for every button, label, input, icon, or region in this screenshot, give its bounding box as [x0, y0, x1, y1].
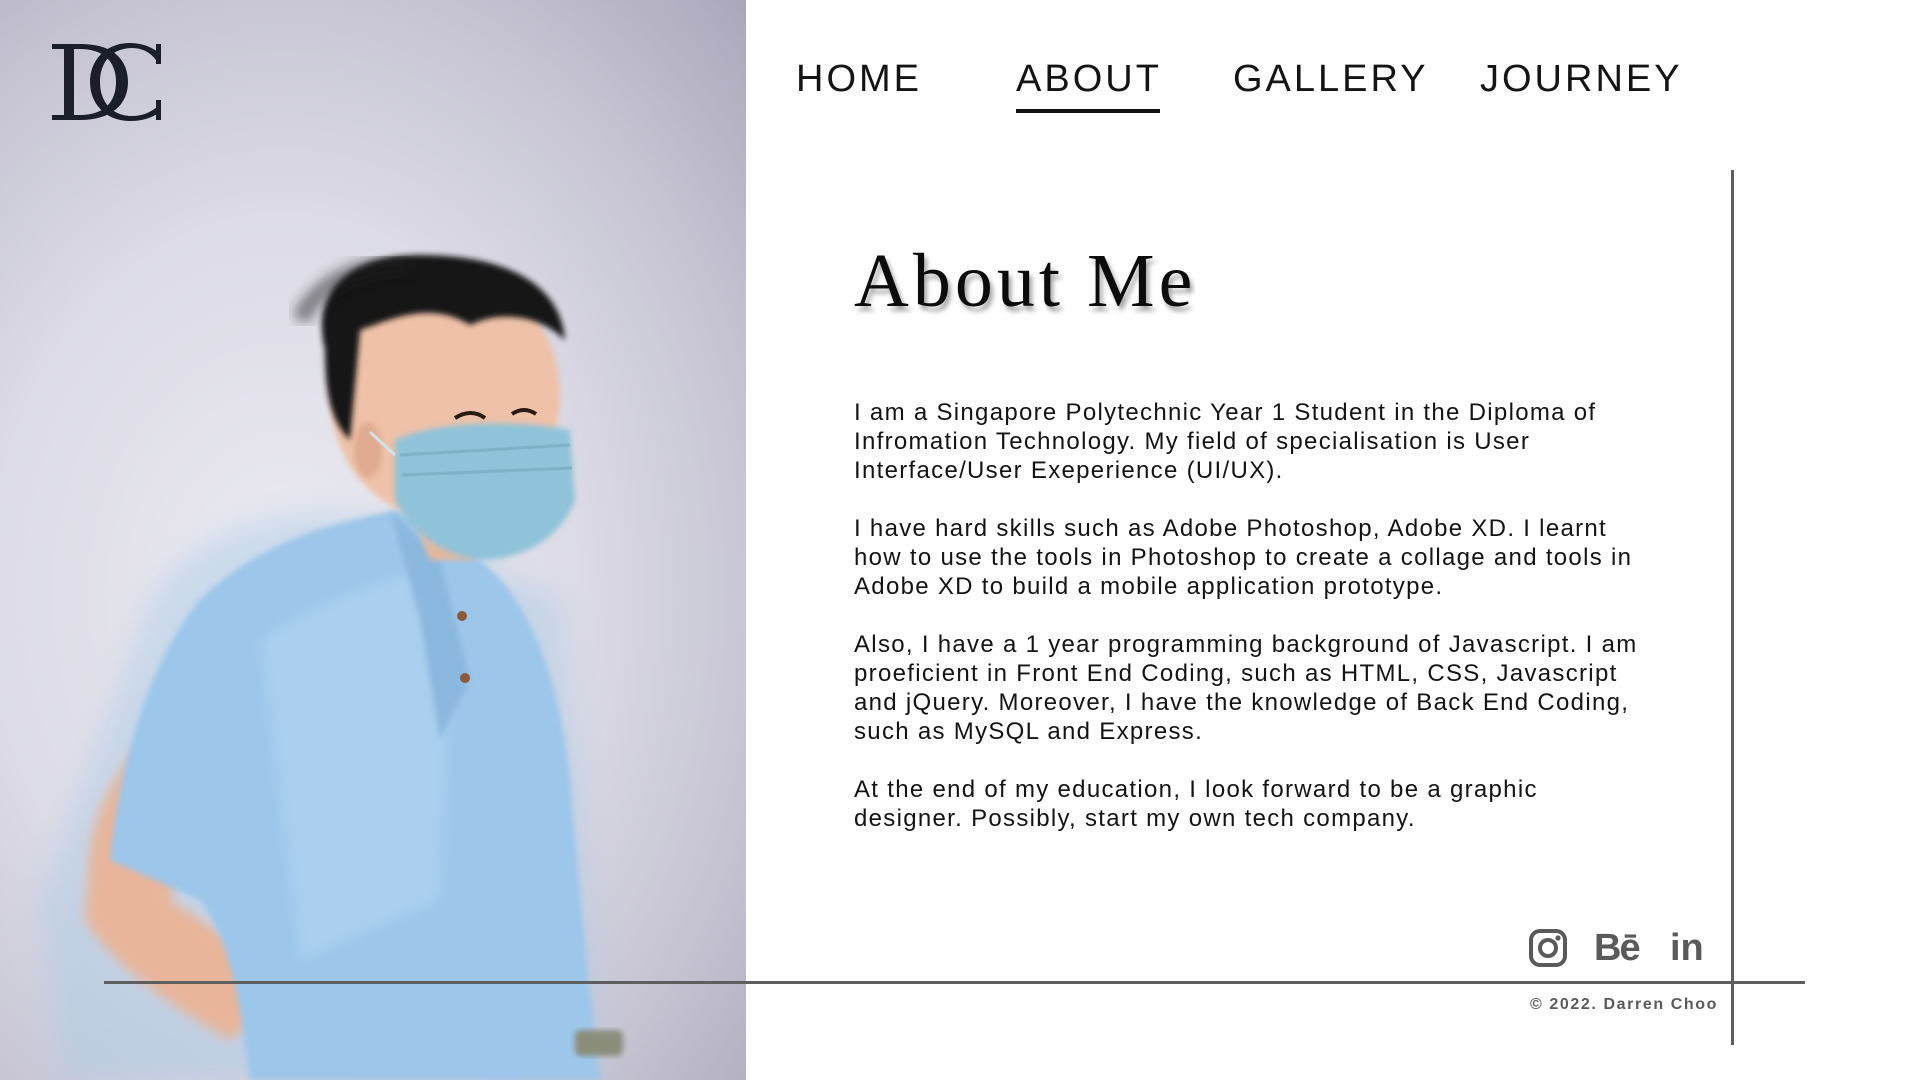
- bio-paragraph: At the end of my education, I look forwa…: [854, 776, 1538, 832]
- nav-home[interactable]: HOME: [796, 58, 922, 101]
- nav-gallery[interactable]: GALLERY: [1233, 58, 1429, 101]
- instagram-icon: [1529, 929, 1567, 967]
- bio-paragraph: I have hard skills such as Adobe Photosh…: [854, 515, 1633, 600]
- frame-vertical-divider: [1731, 170, 1734, 1045]
- bio-paragraph: I am a Singapore Polytechnic Year 1 Stud…: [854, 399, 1597, 484]
- nav-about[interactable]: ABOUT: [1016, 58, 1162, 113]
- bio-paragraph: Also, I have a 1 year programming backgr…: [854, 631, 1638, 745]
- nav-journey[interactable]: JOURNEY: [1480, 58, 1683, 101]
- linkedin-link[interactable]: in: [1670, 926, 1704, 970]
- linkedin-icon: in: [1670, 927, 1704, 969]
- profile-photo-panel: [0, 0, 746, 1080]
- about-bio: I am a Singapore Polytechnic Year 1 Stud…: [854, 398, 1654, 862]
- instagram-link[interactable]: [1528, 926, 1568, 986]
- behance-link[interactable]: Bē: [1594, 926, 1641, 970]
- profile-photo: [40, 253, 623, 1080]
- dc-monogram-icon[interactable]: [50, 38, 162, 126]
- copyright-text: © 2022. Darren Choo: [1530, 996, 1719, 1013]
- page-title: About Me: [854, 239, 1197, 323]
- behance-icon: Bē: [1594, 927, 1641, 969]
